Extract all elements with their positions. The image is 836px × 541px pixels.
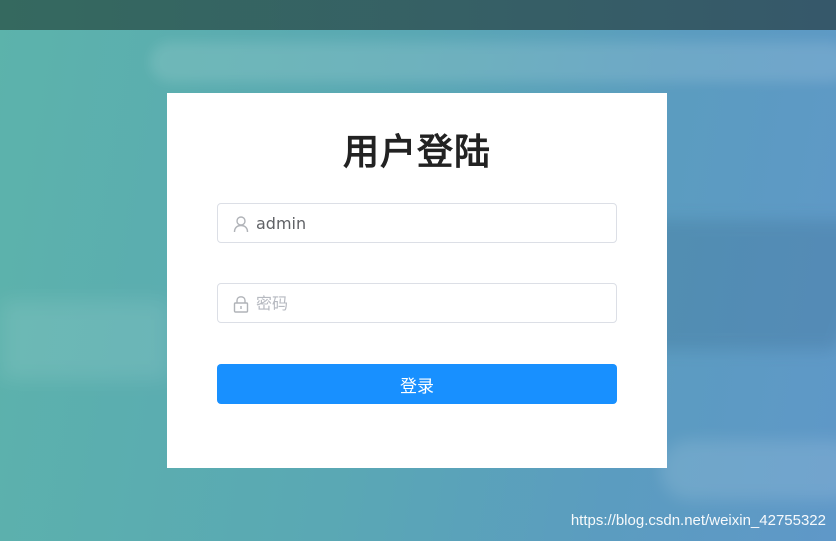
- background-decoration: [660, 440, 836, 500]
- background-decoration: [150, 42, 836, 82]
- login-card: 用户登陆 登录: [167, 93, 667, 468]
- username-field[interactable]: [217, 203, 617, 243]
- password-field[interactable]: [217, 283, 617, 323]
- login-page-background: 用户登陆 登录 https://blog.csdn.net/weix: [0, 0, 836, 541]
- user-icon: [232, 215, 250, 233]
- login-title: 用户登陆: [342, 132, 491, 173]
- password-input[interactable]: [256, 284, 606, 322]
- background-decoration: [0, 300, 170, 380]
- lock-icon: [232, 295, 250, 313]
- watermark-url: https://blog.csdn.net/weixin_42755322: [570, 512, 826, 529]
- username-input[interactable]: [256, 204, 606, 242]
- top-bar: [0, 0, 836, 30]
- login-button[interactable]: 登录: [217, 364, 617, 404]
